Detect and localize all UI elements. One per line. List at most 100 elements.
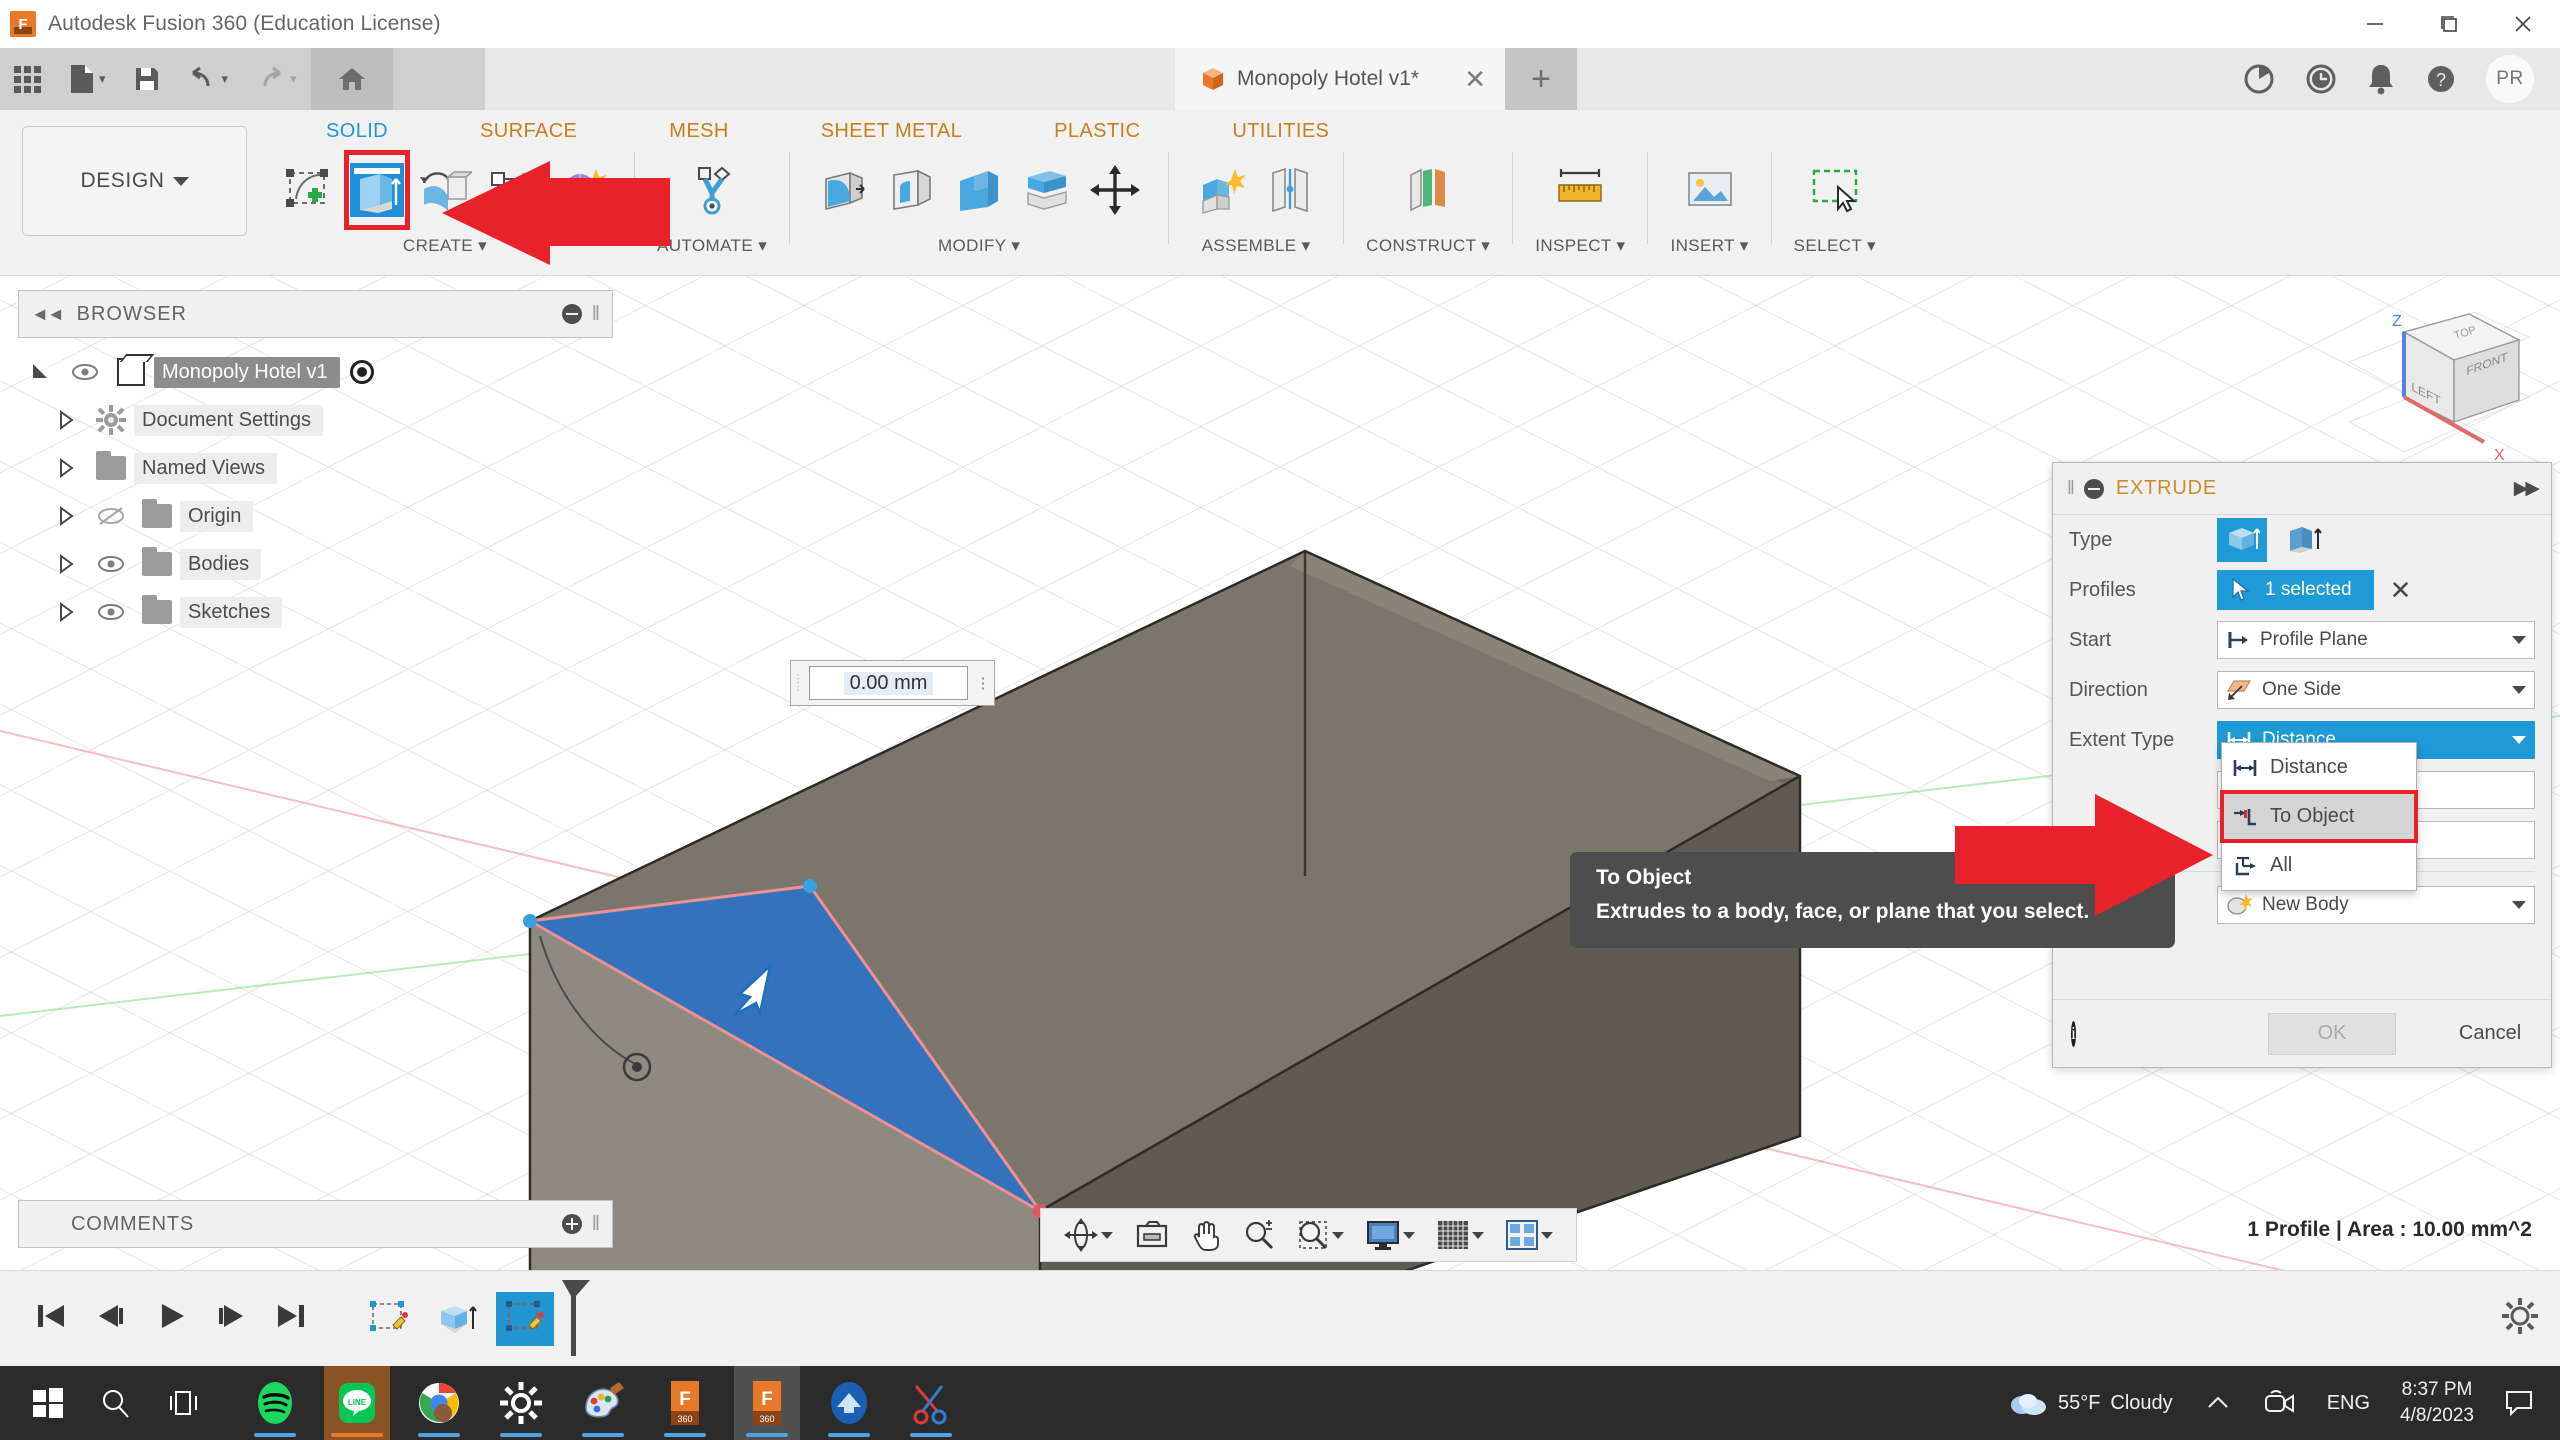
- info-icon[interactable]: i: [2071, 1020, 2077, 1047]
- minimize-button[interactable]: [2338, 0, 2412, 48]
- play-button[interactable]: [154, 1301, 188, 1336]
- ribbon-group-label-insert[interactable]: INSERT ▾: [1670, 236, 1748, 256]
- extrude-type-profile-button[interactable]: [2217, 518, 2267, 562]
- job-status-clock-icon[interactable]: [2304, 62, 2338, 96]
- tab-utilities[interactable]: UTILITIES: [1186, 120, 1375, 143]
- extrude-button[interactable]: [344, 150, 410, 230]
- tree-item-bodies[interactable]: Bodies: [18, 540, 488, 588]
- new-file-icon[interactable]: ▾: [55, 48, 120, 110]
- visibility-eye-icon[interactable]: [62, 362, 108, 382]
- taskbar-app-onedrive[interactable]: [816, 1366, 882, 1440]
- windows-start-icon[interactable]: [14, 1366, 82, 1440]
- dimension-input[interactable]: ⋮ ⋮ 0.00 mm ⋮: [790, 660, 995, 706]
- select-button[interactable]: [1804, 152, 1866, 228]
- workspace-selector[interactable]: DESIGN: [22, 126, 247, 236]
- visibility-eye-icon[interactable]: [88, 602, 134, 622]
- taskbar-app-paint[interactable]: [570, 1366, 636, 1440]
- dimension-options-icon[interactable]: ⋮: [972, 676, 994, 691]
- shell-button[interactable]: [948, 152, 1010, 228]
- browser-minimize-icon[interactable]: [561, 304, 582, 324]
- expand-triangle-icon[interactable]: [44, 553, 88, 575]
- taskbar-app-fusion360-2[interactable]: F 360: [734, 1366, 800, 1440]
- extrude-type-taper-button[interactable]: [2279, 518, 2329, 562]
- create-sketch-button[interactable]: [278, 152, 340, 228]
- ribbon-group-label-automate[interactable]: AUTOMATE ▾: [657, 236, 767, 256]
- app-grid-icon[interactable]: [0, 48, 55, 110]
- step-back-button[interactable]: [94, 1301, 128, 1336]
- redo-icon[interactable]: ▾: [242, 48, 311, 110]
- view-cube[interactable]: TOP LEFT FRONT Z X: [2344, 302, 2534, 487]
- undo-icon[interactable]: ▾: [174, 48, 243, 110]
- ribbon-group-label-inspect[interactable]: INSPECT ▾: [1535, 236, 1625, 256]
- extrude-direction-select[interactable]: One Side: [2217, 671, 2535, 709]
- expand-triangle-icon[interactable]: [44, 505, 88, 527]
- tree-item-sketches[interactable]: Sketches: [18, 588, 488, 636]
- pan-hand-icon[interactable]: [1182, 1219, 1230, 1251]
- visibility-eye-off-icon[interactable]: [88, 505, 134, 527]
- browser-resize-grip[interactable]: ‖: [592, 303, 600, 326]
- ok-button[interactable]: OK: [2268, 1012, 2397, 1055]
- extrude-operation-select[interactable]: New Body: [2217, 886, 2535, 924]
- tab-mesh[interactable]: MESH: [623, 120, 774, 143]
- go-to-beginning-button[interactable]: [34, 1301, 68, 1336]
- weather-widget[interactable]: 55°F Cloudy: [1992, 1388, 2189, 1418]
- maximize-button[interactable]: [2412, 0, 2486, 48]
- tree-item-document-settings[interactable]: Document Settings: [18, 396, 488, 444]
- timeline-feature-sketch-1[interactable]: [360, 1292, 418, 1346]
- zoom-icon[interactable]: [1234, 1219, 1284, 1251]
- meet-now-icon[interactable]: [2247, 1390, 2311, 1416]
- timeline-feature-sketch-2-active[interactable]: [496, 1291, 554, 1346]
- taskbar-clock[interactable]: 8:37 PM 4/8/2023: [2386, 1377, 2488, 1428]
- expand-triangle-icon[interactable]: [44, 601, 88, 623]
- timeline-settings-gear-icon[interactable]: [2500, 1296, 2540, 1341]
- comments-panel-header[interactable]: COMMENTS ‖: [18, 1200, 613, 1248]
- grid-snaps-icon[interactable]: [1428, 1220, 1493, 1250]
- cancel-button[interactable]: Cancel: [2426, 1013, 2554, 1055]
- tab-sheet-metal[interactable]: SHEET METAL: [775, 120, 1008, 143]
- dropdown-option-to-object[interactable]: To Object: [2220, 790, 2418, 843]
- tree-item-root[interactable]: Monopoly Hotel v1: [18, 348, 488, 396]
- new-document-tab-button[interactable]: +: [1505, 48, 1578, 110]
- combine-button[interactable]: [1016, 152, 1078, 228]
- extrude-start-select[interactable]: Profile Plane: [2217, 621, 2535, 659]
- tab-solid[interactable]: SOLID: [280, 120, 434, 143]
- user-avatar[interactable]: PR: [2486, 55, 2534, 103]
- document-tab[interactable]: Monopoly Hotel v1*: [1175, 48, 1446, 110]
- viewports-icon[interactable]: [1497, 1220, 1562, 1250]
- expand-triangle-icon[interactable]: [44, 409, 88, 431]
- add-comment-icon[interactable]: [561, 1214, 582, 1234]
- zoom-window-icon[interactable]: [1288, 1219, 1353, 1251]
- orbit-icon[interactable]: [1055, 1218, 1122, 1252]
- display-settings-icon[interactable]: [1357, 1219, 1424, 1251]
- activate-component-radio[interactable]: [349, 360, 374, 384]
- dialog-expand-icon[interactable]: ▶▶: [2514, 477, 2540, 500]
- dialog-drag-grip[interactable]: ‖: [2067, 478, 2075, 500]
- expand-triangle-icon[interactable]: [44, 457, 88, 479]
- clear-profiles-icon[interactable]: ✕: [2390, 575, 2412, 606]
- go-to-end-button[interactable]: [274, 1301, 308, 1336]
- ribbon-group-label-assemble[interactable]: ASSEMBLE ▾: [1202, 236, 1311, 256]
- help-question-icon[interactable]: ?: [2424, 62, 2458, 96]
- extent-type-dropdown[interactable]: Distance To Object All: [2220, 742, 2418, 891]
- timeline-marker[interactable]: [556, 1279, 590, 1361]
- taskbar-app-line[interactable]: LINE: [324, 1366, 390, 1440]
- tab-surface[interactable]: SURFACE: [434, 120, 623, 143]
- taskbar-app-chrome[interactable]: [406, 1366, 472, 1440]
- notifications-bell-icon[interactable]: [2366, 62, 2396, 96]
- taskbar-app-snip-sketch[interactable]: [898, 1366, 964, 1440]
- timeline-feature-extrude[interactable]: [428, 1292, 486, 1346]
- insert-canvas-button[interactable]: [1679, 152, 1741, 228]
- collapse-browser-icon[interactable]: ◄◄: [31, 304, 65, 325]
- expand-triangle-icon[interactable]: [18, 361, 62, 383]
- extrude-profiles-selection[interactable]: 1 selected: [2217, 570, 2374, 610]
- move-copy-button[interactable]: [1084, 152, 1146, 228]
- construct-plane-button[interactable]: [1397, 152, 1459, 228]
- data-panel-icon[interactable]: [2242, 62, 2276, 96]
- dimension-value-field[interactable]: 0.00 mm: [809, 666, 968, 700]
- dropdown-option-distance[interactable]: Distance: [2222, 743, 2416, 792]
- press-pull-button[interactable]: [812, 152, 874, 228]
- joint-button[interactable]: [1259, 152, 1321, 228]
- ribbon-group-label-select[interactable]: SELECT ▾: [1794, 236, 1876, 256]
- automate-button[interactable]: [681, 152, 743, 228]
- ribbon-group-label-construct[interactable]: CONSTRUCT ▾: [1366, 236, 1490, 256]
